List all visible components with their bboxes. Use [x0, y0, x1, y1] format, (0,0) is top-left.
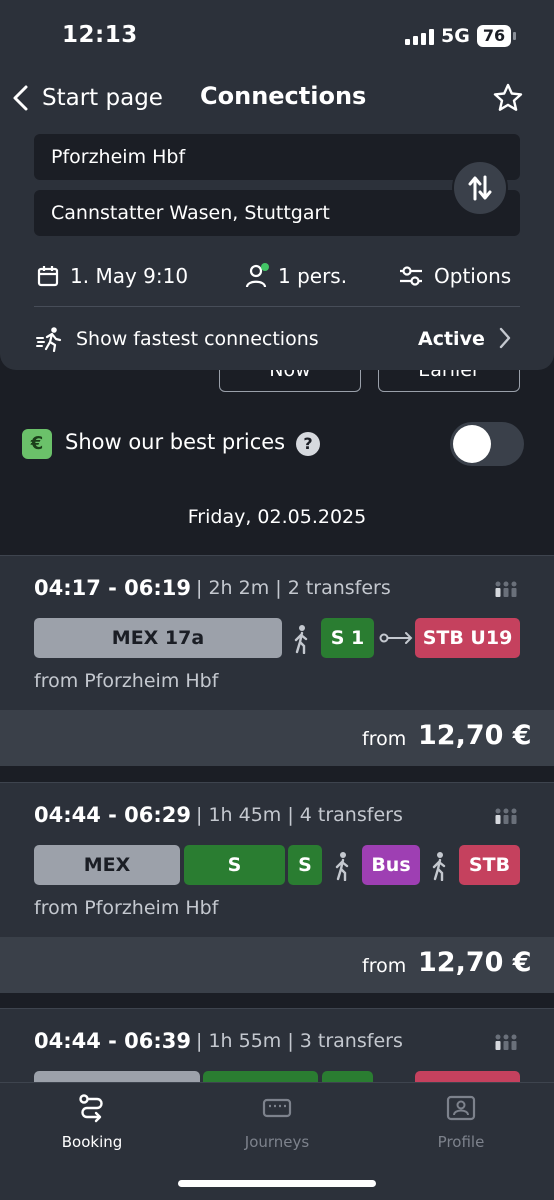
date-time-label: 1. May 9:10 — [70, 264, 189, 288]
divider — [34, 306, 520, 307]
ticket-icon — [262, 1098, 292, 1118]
tab-journeys-label: Journeys — [244, 1133, 310, 1151]
back-label: Start page — [42, 85, 163, 111]
segment-regional: MEX — [34, 845, 180, 885]
walking-icon — [432, 852, 446, 881]
status-dot — [261, 263, 269, 271]
segment-stadtbahn: STB — [459, 845, 520, 885]
search-header: Start page Connections Pforzheim Hbf Can… — [0, 72, 554, 370]
route-icon — [79, 1094, 103, 1123]
connection-times: 04:44 - 06:39 — [34, 1029, 192, 1053]
date-time-selector[interactable]: 1. May 9:10 — [36, 260, 188, 292]
segment-bus: Bus — [362, 845, 420, 885]
home-indicator[interactable] — [178, 1180, 376, 1187]
status-time: 12:13 — [62, 22, 138, 48]
passenger-selector[interactable]: 1 pers. — [244, 260, 347, 292]
departure-station: from Pforzheim Hbf — [34, 897, 219, 919]
connection-meta: | 1h 45m | 4 transfers — [196, 804, 403, 826]
price-value: 12,70 € — [418, 720, 532, 751]
occupancy-icon — [495, 1034, 517, 1050]
segment-sbahn: S 1 — [321, 618, 374, 658]
swap-stations-button[interactable] — [452, 160, 508, 216]
chevron-right-icon — [499, 327, 511, 349]
euro-icon: € — [22, 429, 52, 459]
tab-journeys[interactable]: Journeys — [207, 1093, 347, 1151]
from-station-field[interactable]: Pforzheim Hbf — [34, 134, 520, 180]
segment-regional: MEX 17a — [34, 618, 282, 658]
price-prefix: from — [362, 955, 407, 977]
back-button[interactable]: Start page — [10, 80, 163, 116]
options-button[interactable]: Options — [398, 260, 511, 292]
connection-times: 04:44 - 06:29 — [34, 803, 192, 827]
connection-meta: | 2h 2m | 2 transfers — [196, 577, 391, 599]
sliders-icon — [400, 266, 422, 286]
help-icon[interactable]: ? — [296, 432, 320, 456]
profile-card-icon — [446, 1095, 476, 1121]
departure-station: from Pforzheim Hbf — [34, 670, 219, 692]
page-title: Connections — [200, 82, 367, 110]
segment-stadtbahn: STB U19 — [415, 618, 520, 658]
person-icon — [244, 263, 269, 289]
best-prices-toggle[interactable] — [450, 422, 524, 466]
segment-sbahn: S — [288, 845, 322, 885]
price-prefix: from — [362, 728, 407, 750]
price-value: 12,70 € — [418, 947, 532, 978]
best-prices-label: Show our best prices — [65, 430, 286, 454]
tab-profile[interactable]: Profile — [391, 1093, 531, 1151]
price-bar: from 12,70 € — [0, 710, 554, 766]
occupancy-icon — [495, 808, 517, 824]
walking-icon — [335, 852, 349, 881]
fastest-status: Active — [418, 328, 485, 350]
signal-icon — [405, 29, 434, 45]
search-meta-row: 1. May 9:10 1 pers. Options — [36, 260, 516, 292]
best-prices-row: € Show our best prices ? — [22, 422, 524, 466]
connection-times: 04:17 - 06:19 — [34, 576, 192, 600]
segment-sbahn: S — [184, 845, 285, 885]
transfer-arrow-icon — [379, 632, 413, 644]
battery-icon: 76 — [477, 25, 511, 47]
passenger-label: 1 pers. — [278, 264, 348, 288]
fastest-connections-row[interactable]: Show fastest connections Active — [36, 322, 520, 356]
tab-profile-label: Profile — [437, 1133, 485, 1151]
fastest-label: Show fastest connections — [76, 328, 319, 350]
date-header: Friday, 02.05.2025 — [187, 506, 367, 528]
to-station-field[interactable]: Cannstatter Wasen, Stuttgart — [34, 190, 520, 236]
swap-arrows-icon — [468, 175, 492, 201]
connection-meta: | 1h 55m | 3 transfers — [196, 1030, 403, 1052]
tab-booking-label: Booking — [61, 1133, 123, 1151]
connection-card[interactable]: 04:44 - 06:29 | 1h 45m | 4 transfers MEX… — [0, 782, 554, 993]
network-type: 5G — [441, 25, 470, 47]
route-segments: MEX 17a S 1 STB U19 — [34, 618, 520, 658]
chevron-left-icon — [13, 85, 28, 111]
walking-icon — [294, 625, 308, 654]
connection-card[interactable]: 04:17 - 06:19 | 2h 2m | 2 transfers MEX … — [0, 555, 554, 766]
options-label: Options — [434, 264, 512, 288]
route-segments: MEX S S Bus STB — [34, 845, 520, 885]
tab-booking[interactable]: Booking — [22, 1093, 162, 1151]
status-bar: 12:13 5G 76 — [0, 0, 554, 72]
running-person-icon — [36, 327, 62, 352]
battery-cap — [513, 32, 516, 40]
price-bar: from 12,70 € — [0, 937, 554, 993]
star-icon[interactable] — [492, 82, 524, 114]
toggle-knob — [453, 425, 491, 463]
calendar-icon — [37, 266, 59, 287]
occupancy-icon — [495, 581, 517, 597]
